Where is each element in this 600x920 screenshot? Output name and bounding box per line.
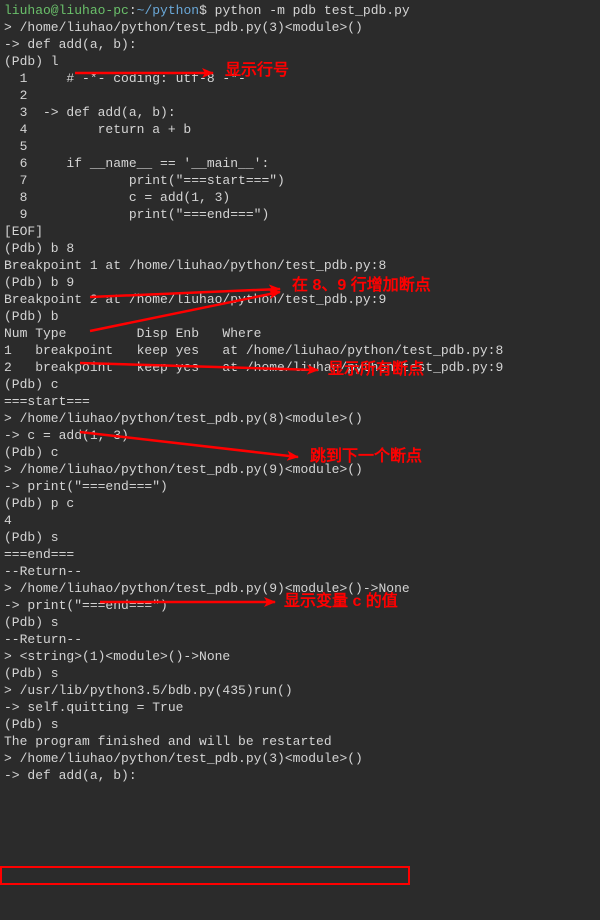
prompt-line[interactable]: liuhao@liuhao-pc:~/python$ python -m pdb…	[0, 2, 600, 19]
terminal-line: 1 # -*- coding: utf-8 -*-	[0, 70, 600, 87]
prompt-sep: :	[129, 3, 137, 18]
terminal-line: > /home/liuhao/python/test_pdb.py(3)<mod…	[0, 19, 600, 36]
annotation-add-breakpoints: 在 8、9 行增加断点	[292, 277, 431, 294]
annotation-show-breakpoints: 显示所有断点	[328, 361, 424, 378]
annotation-continue: 跳到下一个断点	[310, 448, 422, 465]
terminal-line: > /home/liuhao/python/test_pdb.py(3)<mod…	[0, 750, 600, 767]
terminal-line: -> def add(a, b):	[0, 36, 600, 53]
terminal-line: > /usr/lib/python3.5/bdb.py(435)run()	[0, 682, 600, 699]
terminal-line: -> def add(a, b):	[0, 767, 600, 784]
annotation-print-var: 显示变量 c 的值	[284, 593, 398, 610]
terminal-line: 1 breakpoint keep yes at /home/liuhao/py…	[0, 342, 600, 359]
pdb-input-line[interactable]: (Pdb) l	[0, 53, 600, 70]
prompt-user: liuhao@liuhao-pc	[4, 3, 129, 18]
terminal-line: 7 print("===start===")	[0, 172, 600, 189]
terminal-line: -> self.quitting = True	[0, 699, 600, 716]
terminal-line: -> print("===end===")	[0, 478, 600, 495]
terminal-line: 3 -> def add(a, b):	[0, 104, 600, 121]
pdb-input-line[interactable]: (Pdb) s	[0, 716, 600, 733]
terminal-line: 6 if __name__ == '__main__':	[0, 155, 600, 172]
pdb-input-line[interactable]: (Pdb) b 8	[0, 240, 600, 257]
terminal-line: --Return--	[0, 631, 600, 648]
terminal-line: > <string>(1)<module>()->None	[0, 648, 600, 665]
terminal-line: Breakpoint 1 at /home/liuhao/python/test…	[0, 257, 600, 274]
prompt-cmd: python -m pdb test_pdb.py	[215, 3, 410, 18]
pdb-input-line[interactable]: (Pdb) s	[0, 614, 600, 631]
terminal-line: [EOF]	[0, 223, 600, 240]
pdb-input-line[interactable]: (Pdb) p c	[0, 495, 600, 512]
annotation-show-line-numbers: 显示行号	[225, 62, 289, 79]
terminal-line: Num Type Disp Enb Where	[0, 325, 600, 342]
prompt-dollar: $	[199, 3, 215, 18]
terminal-line: 2	[0, 87, 600, 104]
terminal-line: 5	[0, 138, 600, 155]
pdb-input-line[interactable]: (Pdb) s	[0, 665, 600, 682]
terminal-line: 9 print("===end===")	[0, 206, 600, 223]
terminal-line: 2 breakpoint keep yes at /home/liuhao/py…	[0, 359, 600, 376]
terminal-line: 4	[0, 512, 600, 529]
highlight-box	[0, 866, 410, 885]
terminal-line: -> c = add(1, 3)	[0, 427, 600, 444]
pdb-input-line[interactable]: (Pdb) s	[0, 529, 600, 546]
terminal-line: The program finished and will be restart…	[0, 733, 600, 750]
terminal-line: ===end===	[0, 546, 600, 563]
terminal-line: 8 c = add(1, 3)	[0, 189, 600, 206]
terminal-line: > /home/liuhao/python/test_pdb.py(8)<mod…	[0, 410, 600, 427]
terminal-line: ===start===	[0, 393, 600, 410]
terminal-line: --Return--	[0, 563, 600, 580]
terminal-line: > /home/liuhao/python/test_pdb.py(9)<mod…	[0, 461, 600, 478]
pdb-input-line[interactable]: (Pdb) b	[0, 308, 600, 325]
pdb-input-line[interactable]: (Pdb) c	[0, 376, 600, 393]
terminal-line: 4 return a + b	[0, 121, 600, 138]
prompt-dir: ~/python	[137, 3, 199, 18]
pdb-input-line[interactable]: (Pdb) c	[0, 444, 600, 461]
